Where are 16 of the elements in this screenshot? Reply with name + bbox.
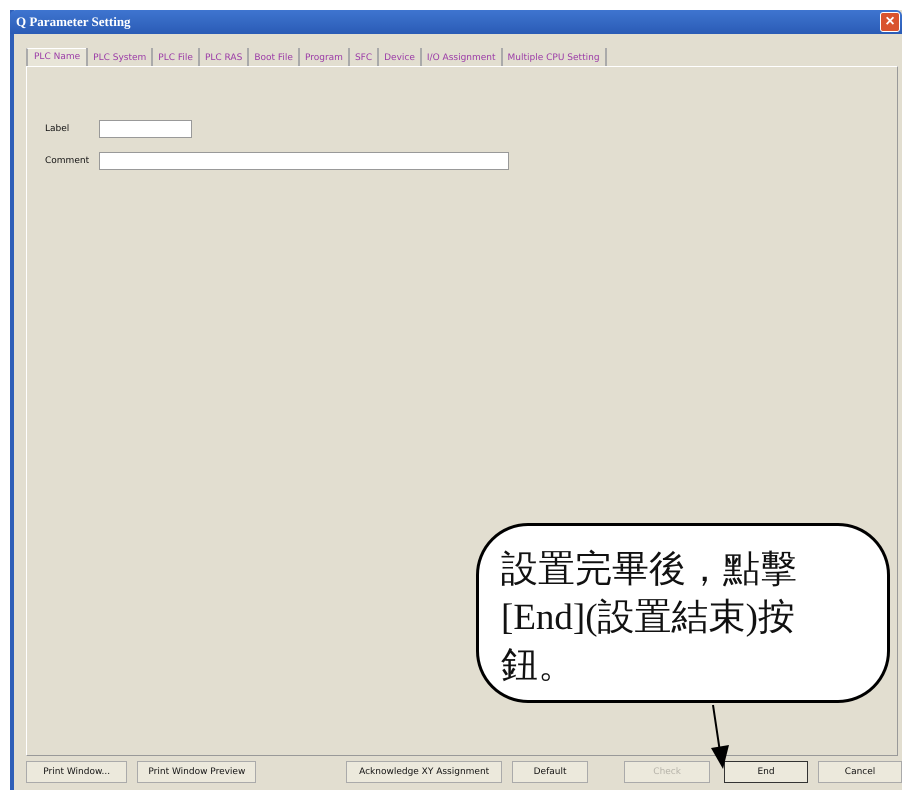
leader-arrow [711,704,729,769]
tab[interactable]: Multiple CPU Setting [500,48,607,66]
dialog-button[interactable]: Print Window Preview [137,761,256,783]
input-field[interactable] [99,152,509,170]
window-title: Q Parameter Setting [16,14,131,30]
dialog-button[interactable]: Acknowledge XY Assignment [346,761,502,783]
input-field[interactable] [99,120,192,138]
field-label: Label [45,124,70,134]
callout-text: 設置完畢後，點擊[End](設置結束)按鈕。 [501,549,797,686]
dialog-button[interactable]: Print Window... [26,761,128,783]
dialog-button[interactable]: End [724,761,808,783]
dialog-button[interactable]: Default [512,761,588,783]
field-label: Comment [45,156,90,166]
close-button[interactable]: × [880,12,900,32]
tab[interactable]: PLC Name [26,48,86,66]
dialog-button[interactable]: Cancel [818,761,902,783]
